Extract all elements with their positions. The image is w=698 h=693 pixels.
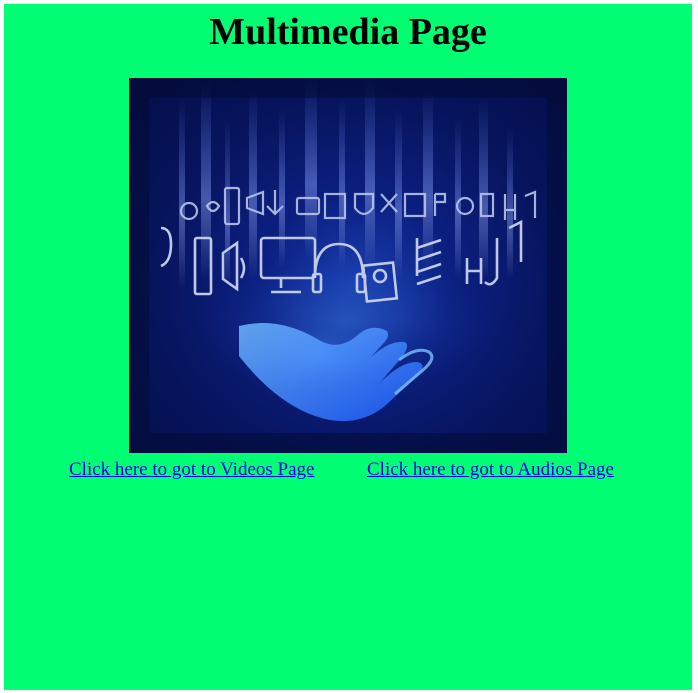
page-title: Multimedia Page bbox=[209, 11, 487, 53]
multimedia-hand-icons-image bbox=[129, 78, 567, 453]
videos-page-link[interactable]: Click here to got to Videos Page bbox=[69, 458, 314, 482]
audios-page-link[interactable]: Click here to got to Audios Page bbox=[367, 458, 614, 482]
page-background: Multimedia Page Click here to got to Vid… bbox=[4, 4, 692, 690]
multimedia-image-graphic bbox=[129, 78, 567, 453]
